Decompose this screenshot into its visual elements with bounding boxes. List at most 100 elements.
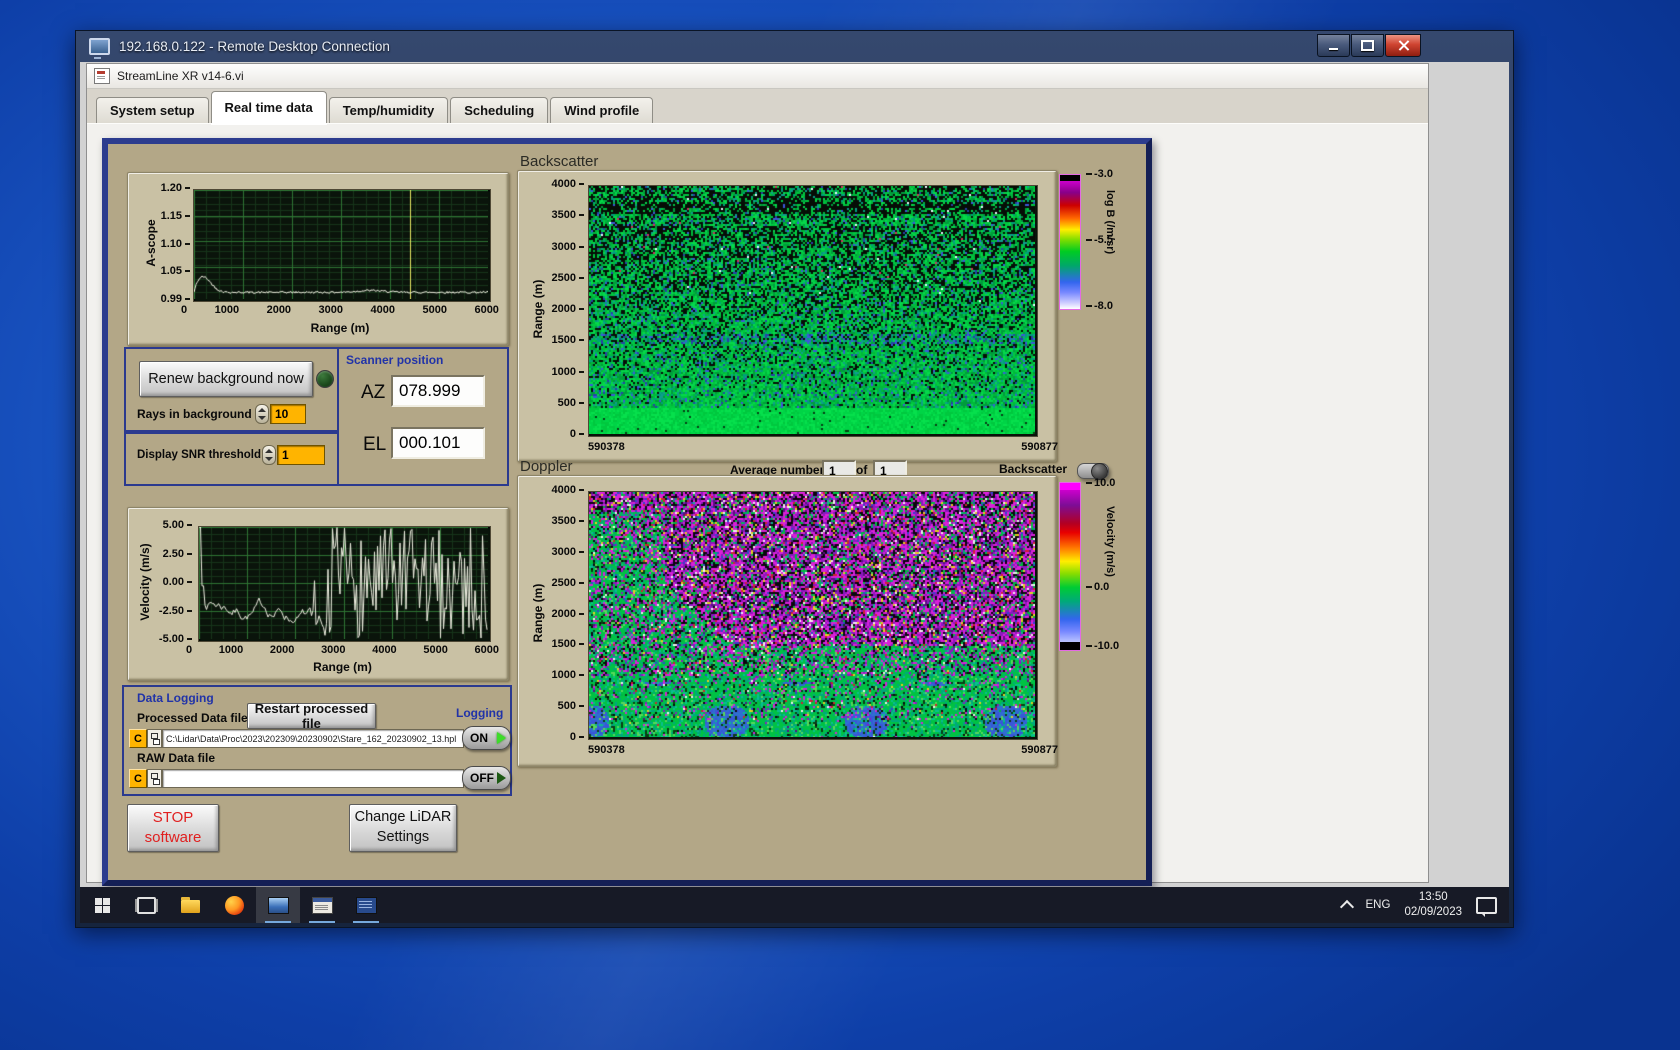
tab-wind-profile[interactable]: Wind profile bbox=[550, 97, 654, 123]
restart-processed-file-button[interactable]: Restart processed file bbox=[247, 701, 376, 731]
doppler-canvas bbox=[589, 492, 1035, 737]
rays-spinner[interactable] bbox=[255, 404, 269, 424]
task-view-icon bbox=[136, 896, 156, 914]
app-window-icon bbox=[311, 896, 333, 914]
doppler-cbar-tick-top: 10.0 bbox=[1086, 477, 1115, 489]
tick-label: 3000 bbox=[318, 304, 344, 316]
stop-software-button[interactable]: STOP software bbox=[127, 804, 219, 852]
rdp-maximize-button[interactable] bbox=[1351, 34, 1384, 57]
tick-label: 4000 bbox=[372, 644, 397, 656]
toggle-on-label: ON bbox=[470, 731, 488, 745]
raw-logging-toggle[interactable]: OFF bbox=[462, 766, 511, 790]
tick-label: 1000 bbox=[214, 304, 240, 316]
ascope-y-ticks: 1.20 1.15 1.10 1.05 0.99 bbox=[146, 182, 190, 305]
rdp-titlebar[interactable]: 192.168.0.122 - Remote Desktop Connectio… bbox=[76, 31, 1513, 62]
ascope-x-axis-label: Range (m) bbox=[310, 321, 370, 335]
ascope-graph: A-scope 1.20 1.15 1.10 1.05 0.99 0 1000 2000 30… bbox=[127, 172, 509, 346]
tick-label: 0 bbox=[186, 644, 193, 656]
tab-real-time-data[interactable]: Real time data bbox=[210, 91, 327, 123]
start-button[interactable] bbox=[80, 887, 124, 923]
data-logging-title: Data Logging bbox=[137, 691, 214, 705]
tick-label: 2000 bbox=[269, 644, 295, 656]
tab-temp-humidity[interactable]: Temp/humidity bbox=[328, 97, 449, 123]
tick-label: 1000 bbox=[552, 366, 584, 378]
processed-path-field[interactable]: C:\Lidar\Data\Proc\2023\202309\20230902\… bbox=[162, 729, 464, 748]
doppler-y-ticks: 4000 3500 3000 2500 2000 1500 1000 500 0 bbox=[542, 484, 584, 743]
stop-line2: software bbox=[144, 829, 202, 846]
snr-control-box: Display SNR threshold 1 bbox=[124, 430, 339, 486]
el-value-field: 000.101 bbox=[391, 427, 485, 459]
processed-drive-button[interactable]: C bbox=[129, 729, 147, 748]
velocity-canvas bbox=[199, 527, 488, 639]
tick-label: 1000 bbox=[218, 644, 244, 656]
task-view-button[interactable] bbox=[124, 887, 168, 923]
backscatter-canvas bbox=[589, 186, 1035, 434]
tick-label: 4000 bbox=[552, 178, 584, 190]
toggle-led-icon bbox=[497, 732, 506, 744]
colorbar-cap-bottom bbox=[1060, 642, 1080, 650]
logging-label: Logging bbox=[456, 706, 504, 720]
tick-label: 1000 bbox=[552, 669, 584, 681]
file-explorer-button[interactable] bbox=[168, 887, 212, 923]
velocity-y-ticks: 5.00 2.50 0.00 -2.50 -5.00 bbox=[144, 519, 192, 645]
snr-threshold-label: Display SNR threshold bbox=[137, 449, 261, 461]
raw-drive-button[interactable]: C bbox=[129, 769, 147, 788]
streamline-titlebar[interactable]: StreamLine XR v14-6.vi bbox=[87, 64, 1428, 89]
tick-label: -2.50 bbox=[159, 605, 192, 617]
backscatter-title: Backscatter bbox=[520, 153, 599, 170]
tab-scheduling[interactable]: Scheduling bbox=[450, 97, 549, 123]
rays-value-field[interactable]: 10 bbox=[270, 404, 306, 424]
tick-label: 6000 bbox=[474, 304, 499, 316]
tick-label: 1500 bbox=[552, 334, 584, 346]
tick-label: 5000 bbox=[422, 304, 447, 316]
ascope-plot[interactable] bbox=[193, 189, 491, 302]
renew-background-button[interactable]: Renew background now bbox=[139, 361, 313, 397]
taskbar-app-terminal[interactable] bbox=[344, 887, 388, 923]
colorbar-gradient bbox=[1060, 181, 1080, 309]
processed-logging-toggle[interactable]: ON bbox=[462, 726, 511, 750]
tick-label: 3500 bbox=[552, 209, 584, 221]
minimize-icon bbox=[1329, 48, 1338, 50]
tick-label: 0 bbox=[570, 731, 584, 743]
action-center-icon[interactable] bbox=[1476, 896, 1497, 917]
tick-label: 0 bbox=[570, 428, 584, 440]
tick-label: 1.05 bbox=[161, 265, 190, 277]
tick-label: 1.20 bbox=[161, 182, 190, 194]
rdp-minimize-button[interactable] bbox=[1317, 34, 1350, 57]
tab-system-setup[interactable]: System setup bbox=[96, 97, 209, 123]
clock[interactable]: 13:50 02/09/2023 bbox=[1404, 890, 1462, 920]
raw-path-field[interactable] bbox=[162, 769, 464, 788]
doppler-x-left: 590378 bbox=[588, 744, 625, 756]
firefox-button[interactable] bbox=[212, 887, 256, 923]
colorbar-cap bbox=[1060, 483, 1080, 490]
tick-label: 2000 bbox=[266, 304, 292, 316]
processed-browse-icon[interactable] bbox=[147, 729, 162, 748]
app-window-icon bbox=[355, 896, 377, 914]
velocity-graph: Velocity (m/s) 5.00 2.50 0.00 -2.50 -5.00 01… bbox=[127, 507, 509, 681]
tick-label: 5.00 bbox=[163, 519, 192, 531]
snr-value-field[interactable]: 1 bbox=[277, 445, 325, 465]
az-value-field: 078.999 bbox=[391, 375, 485, 407]
clock-date: 02/09/2023 bbox=[1404, 906, 1462, 918]
backscatter-x-right: 590877 bbox=[1021, 441, 1058, 453]
tick-label: 4000 bbox=[552, 484, 584, 496]
show-hidden-icons-chevron[interactable] bbox=[1339, 899, 1354, 915]
labview-vi-icon bbox=[94, 68, 110, 84]
taskbar-app-scan-scheduler[interactable] bbox=[300, 887, 344, 923]
velocity-x-axis-label: Range (m) bbox=[313, 660, 372, 674]
raw-browse-icon[interactable] bbox=[147, 769, 162, 788]
toggle-led-icon bbox=[497, 772, 506, 784]
backscatter-x-left: 590378 bbox=[588, 441, 625, 453]
change-line2: Settings bbox=[376, 829, 430, 845]
maximize-icon bbox=[1361, 40, 1374, 51]
change-lidar-settings-button[interactable]: Change LiDAR Settings bbox=[349, 804, 457, 852]
doppler-plot bbox=[588, 491, 1038, 740]
language-indicator[interactable]: ENG bbox=[1366, 899, 1391, 911]
tick-label: 6000 bbox=[474, 644, 499, 656]
doppler-cbar-tick-bottom: -10.0 bbox=[1086, 640, 1119, 652]
velocity-plot[interactable] bbox=[198, 526, 491, 642]
taskbar-app-streamline[interactable] bbox=[256, 887, 300, 923]
front-panel: A-scope 1.20 1.15 1.10 1.05 0.99 0 1000 2000 30… bbox=[102, 138, 1152, 886]
snr-spinner[interactable] bbox=[262, 445, 276, 465]
rdp-close-button[interactable] bbox=[1385, 34, 1421, 57]
